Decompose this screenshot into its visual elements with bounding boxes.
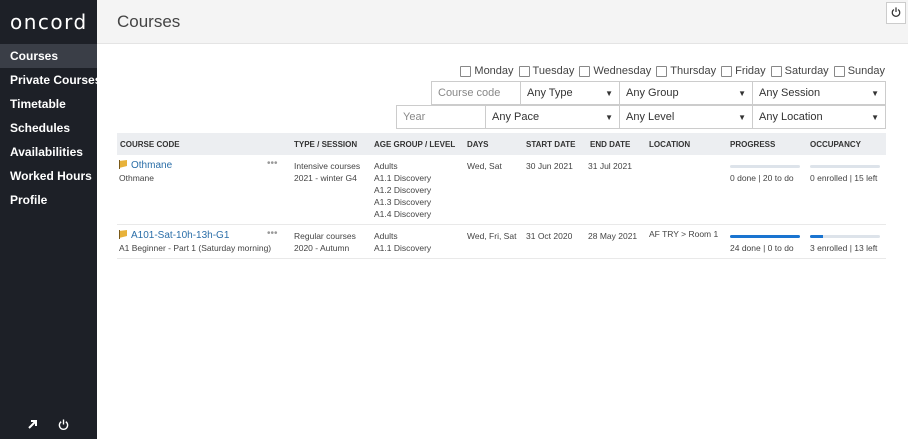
level-select[interactable]: Any Level ▼ [619, 105, 753, 129]
level: A1.2 Discovery [374, 185, 432, 195]
end-date: 28 May 2021 [588, 231, 638, 241]
power-icon [891, 6, 901, 20]
external-link-icon[interactable] [26, 417, 40, 431]
table-row: A101-Sat-10h-13h-G1 ••• A1 Beginner - Pa… [117, 225, 886, 259]
course-subtitle: A1 Beginner - Part 1 (Saturday morning) [119, 243, 272, 253]
course-days: Wed, Fri, Sat [467, 231, 517, 241]
progress-bar [730, 165, 800, 168]
course-days: Wed, Sat [467, 161, 502, 171]
flag-icon [119, 160, 131, 170]
course-type: Regular courses [294, 231, 356, 241]
page-header: Courses [97, 0, 908, 44]
logout-button[interactable] [886, 2, 906, 24]
course-type: Intensive courses [294, 161, 361, 171]
day-checkbox-saturday[interactable]: Saturday [770, 65, 829, 77]
table-row: Othmane ••• Othmane Intensive courses 202… [117, 155, 886, 225]
occupancy-text: 3 enrolled | 13 left [810, 243, 878, 253]
course-code-input[interactable]: Course code [431, 81, 521, 105]
sidebar-item-schedules[interactable]: Schedules [0, 116, 97, 140]
sidebar-item-worked-hours[interactable]: Worked Hours [0, 164, 97, 188]
column-header[interactable]: DAYS [467, 140, 489, 149]
course-subtitle: Othmane [119, 173, 154, 183]
sidebar-item-availabilities[interactable]: Availabilities [0, 140, 97, 164]
page-title: Courses [117, 12, 181, 31]
level: A1.1 Discovery [374, 243, 432, 253]
day-checkbox-friday[interactable]: Friday [721, 65, 766, 77]
chevron-down-icon: ▼ [738, 88, 746, 98]
occupancy-bar [810, 165, 880, 168]
column-header[interactable]: OCCUPANCY [810, 140, 861, 149]
age-group: Adults [374, 231, 398, 241]
power-icon[interactable] [57, 417, 71, 431]
column-header[interactable]: AGE GROUP / LEVEL [374, 140, 455, 149]
more-options-icon[interactable]: ••• [267, 228, 278, 239]
age-group: Adults [374, 161, 398, 171]
occupancy-text: 0 enrolled | 15 left [810, 173, 878, 183]
course-session: 2021 - winter G4 [294, 173, 357, 183]
location: AF TRY > Room 1 [649, 229, 719, 239]
progress-text: 0 done | 20 to do [730, 173, 794, 183]
occupancy-bar [810, 235, 880, 238]
day-checkbox-wednesday[interactable]: Wednesday [579, 65, 651, 77]
group-select[interactable]: Any Group ▼ [619, 81, 753, 105]
level: A1.1 Discovery [374, 173, 432, 183]
table-header: COURSE CODE TYPE / SESSION AGE GROUP / L… [117, 133, 886, 155]
start-date: 31 Oct 2020 [526, 231, 573, 241]
session-select[interactable]: Any Session ▼ [752, 81, 886, 105]
app-logo: oncord [10, 10, 88, 34]
day-checkbox-sunday[interactable]: Sunday [833, 65, 885, 77]
level: A1.4 Discovery [374, 209, 432, 219]
column-header[interactable]: START DATE [526, 140, 575, 149]
level: A1.3 Discovery [374, 197, 432, 207]
sidebar: oncord Courses Private Courses Timetable… [0, 0, 101, 439]
chevron-down-icon: ▼ [605, 112, 613, 122]
sidebar-item-courses[interactable]: Courses [0, 44, 97, 68]
pace-select[interactable]: Any Pace ▼ [485, 105, 620, 129]
end-date: 31 Jul 2021 [588, 161, 632, 171]
year-input[interactable]: Year [396, 105, 486, 129]
day-checkbox-thursday[interactable]: Thursday [656, 65, 716, 77]
sidebar-item-timetable[interactable]: Timetable [0, 92, 97, 116]
course-code-link[interactable]: A101-Sat-10h-13h-G1 [131, 230, 229, 241]
start-date: 30 Jun 2021 [526, 161, 573, 171]
flag-icon [119, 230, 131, 240]
progress-text: 24 done | 0 to do [730, 243, 794, 253]
progress-bar [730, 235, 800, 238]
column-header[interactable]: END DATE [590, 140, 630, 149]
sidebar-item-profile[interactable]: Profile [0, 188, 97, 212]
location-select[interactable]: Any Location ▼ [752, 105, 886, 129]
course-code-link[interactable]: Othmane [131, 160, 172, 171]
chevron-down-icon: ▼ [871, 88, 879, 98]
sidebar-item-private-courses[interactable]: Private Courses [0, 68, 101, 92]
column-header[interactable]: TYPE / SESSION [294, 140, 357, 149]
more-options-icon[interactable]: ••• [267, 158, 278, 169]
column-header[interactable]: COURSE CODE [120, 140, 180, 149]
day-checkbox-monday[interactable]: Monday [460, 65, 514, 77]
type-select[interactable]: Any Type ▼ [520, 81, 620, 105]
chevron-down-icon: ▼ [605, 88, 613, 98]
column-header[interactable]: PROGRESS [730, 140, 775, 149]
days-filter: Monday Tuesday Wednesday Thursday Friday… [455, 65, 885, 77]
chevron-down-icon: ▼ [871, 112, 879, 122]
column-header[interactable]: LOCATION [649, 140, 690, 149]
courses-table: COURSE CODE TYPE / SESSION AGE GROUP / L… [117, 133, 886, 259]
day-checkbox-tuesday[interactable]: Tuesday [518, 65, 574, 77]
chevron-down-icon: ▼ [738, 112, 746, 122]
course-session: 2020 - Autumn [294, 243, 350, 253]
